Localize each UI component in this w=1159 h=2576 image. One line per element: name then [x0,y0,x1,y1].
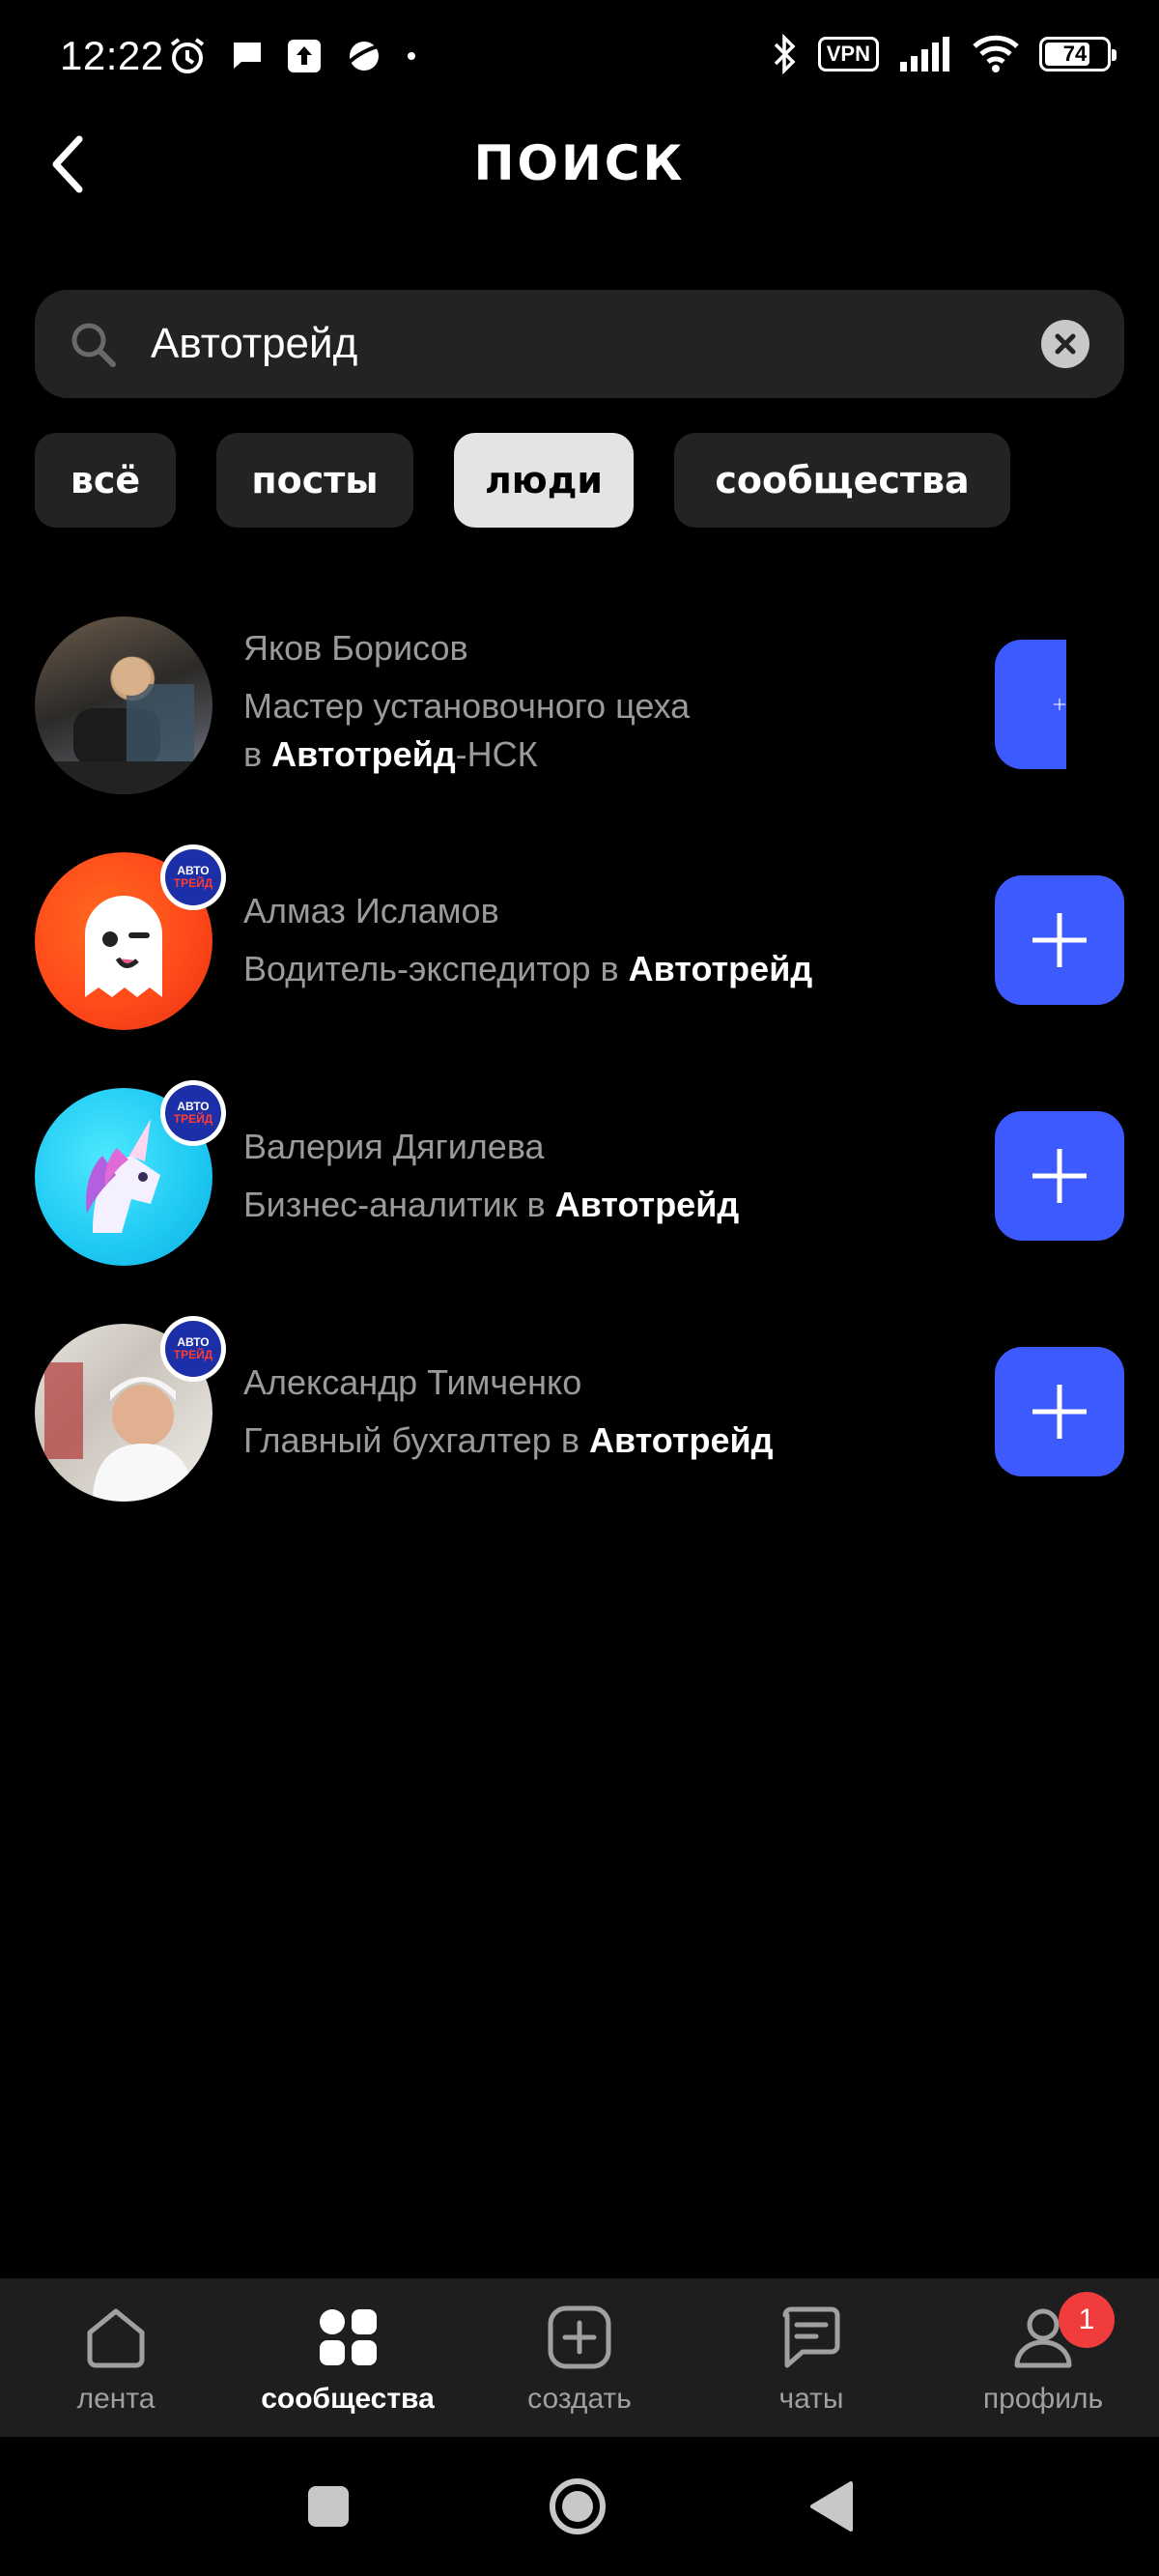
search-bar [35,290,1124,398]
role-prefix: в [243,734,272,774]
nav-item-feed[interactable]: лента [0,2278,232,2437]
list-item[interactable]: АВТО ТРЕЙД Алмаз Исламов Водитель-экспеди… [0,844,1159,1034]
logo-text: ТРЕЙД [173,1348,213,1361]
plus-icon [1032,913,1087,967]
plus-icon [1053,698,1066,711]
company-logo: АВТО ТРЕЙД [165,849,221,905]
dot-icon [408,52,415,60]
nav-item-chats[interactable]: чаты [695,2278,927,2437]
add-box-icon [548,2305,611,2369]
home-button[interactable] [547,2476,608,2537]
search-input[interactable] [151,290,1020,398]
status-notifications [166,33,417,79]
role-text: Водитель-экспедитор в [243,949,629,988]
user-name: Александр Тимченко [243,1362,582,1402]
add-friend-button[interactable] [995,640,1066,769]
nav-label: чаты [778,2383,844,2415]
avatar [35,616,212,794]
nav-label: профиль [982,2383,1104,2415]
user-name: Алмаз Исламов [243,891,499,930]
upload-icon [288,40,321,72]
logo-text: ТРЕЙД [173,876,213,890]
user-role: Водитель-экспедитор в Автотрейд [243,945,812,993]
search-icon [71,323,116,367]
add-friend-button[interactable] [995,1111,1124,1241]
filter-chip-all[interactable]: всё [35,433,176,528]
square-icon [308,2486,349,2527]
add-friend-button[interactable] [995,875,1124,1005]
battery-indicator: 74 [1039,37,1117,72]
company-badge: АВТО ТРЕЙД [160,1080,226,1146]
chat-icon [782,2306,840,2368]
circle-icon [550,2478,606,2534]
nav-label: сообщества [261,2383,435,2415]
system-navigation-bar [0,2437,1159,2576]
nav-label: создать [527,2383,632,2415]
company-highlight: Автотрейд [628,949,813,988]
plus-icon [1032,1149,1087,1203]
page-title: ПОИСК [473,135,686,191]
nav-item-communities[interactable]: сообщества [232,2278,464,2437]
alarm-icon [170,38,205,73]
company-logo: АВТО ТРЕЙД [165,1321,221,1377]
status-system-icons: VPN 74 [772,29,1117,79]
user-name: Валерия Дягилева [243,1127,545,1166]
user-role: Бизнес-аналитик в Автотрейд [243,1181,739,1229]
header: ПОИСК [0,114,1159,222]
clear-search-button[interactable] [1041,320,1089,368]
battery-level: 74 [1062,42,1088,66]
nav-item-create[interactable]: создать [464,2278,695,2437]
company-suffix: -НСК [455,734,538,774]
wifi-icon [973,35,1019,72]
status-time: 12:22 [60,33,164,78]
user-name: Яков Борисов [243,628,468,668]
photo-icon [35,657,212,794]
planet-icon [345,42,383,71]
company-highlight: Автотрейд [554,1185,740,1224]
nav-label: лента [76,2383,155,2415]
back-nav-button[interactable] [800,2476,862,2537]
company-badge: АВТО ТРЕЙД [160,1316,226,1382]
filter-chip-people[interactable]: люди [454,433,634,528]
user-role: Мастер установочного цеха в Автотрейд-НС… [243,682,690,779]
bluetooth-icon [774,33,796,75]
plus-icon [1032,1385,1087,1439]
user-role: Главный бухгалтер в Автотрейд [243,1417,773,1465]
nav-item-profile[interactable]: 1 профиль [927,2278,1159,2437]
notification-badge: 1 [1059,2292,1115,2348]
logo-text: ТРЕЙД [173,1112,213,1126]
filter-chip-posts[interactable]: посты [216,433,413,528]
triangle-back-icon [810,2481,853,2532]
role-text: Главный бухгалтер в [243,1420,589,1460]
list-item[interactable]: Яков Борисов Мастер установочного цеха в… [0,615,1159,798]
filter-chip-communities[interactable]: сообщества [674,433,1010,528]
role-text: Бизнес-аналитик в [243,1185,555,1224]
recents-button[interactable] [297,2476,359,2537]
close-icon [1055,333,1076,355]
filter-tabs: всё посты люди сообщества [35,433,1010,528]
bottom-navigation: лента сообщества создать чаты 1 профиль [0,2278,1159,2437]
message-icon [234,43,261,69]
company-badge: АВТО ТРЕЙД [160,844,226,910]
company-highlight: Автотрейд [588,1420,774,1460]
add-friend-button[interactable] [995,1347,1124,1476]
list-item[interactable]: АВТО ТРЕЙД Валерия Дягилева Бизнес-аналит… [0,1080,1159,1270]
role-text: Мастер установочного цеха [243,686,691,726]
company-logo: АВТО ТРЕЙД [165,1085,221,1141]
list-item[interactable]: АВТО ТРЕЙД Александр Тимченко Главный бух… [0,1316,1159,1505]
home-icon [87,2308,145,2368]
grid-icon [320,2309,377,2365]
company-highlight: Автотрейд [271,734,456,774]
vpn-indicator: VPN [817,37,879,72]
signal-icon [900,37,949,72]
status-bar: 12:22 VPN 74 [0,0,1159,114]
